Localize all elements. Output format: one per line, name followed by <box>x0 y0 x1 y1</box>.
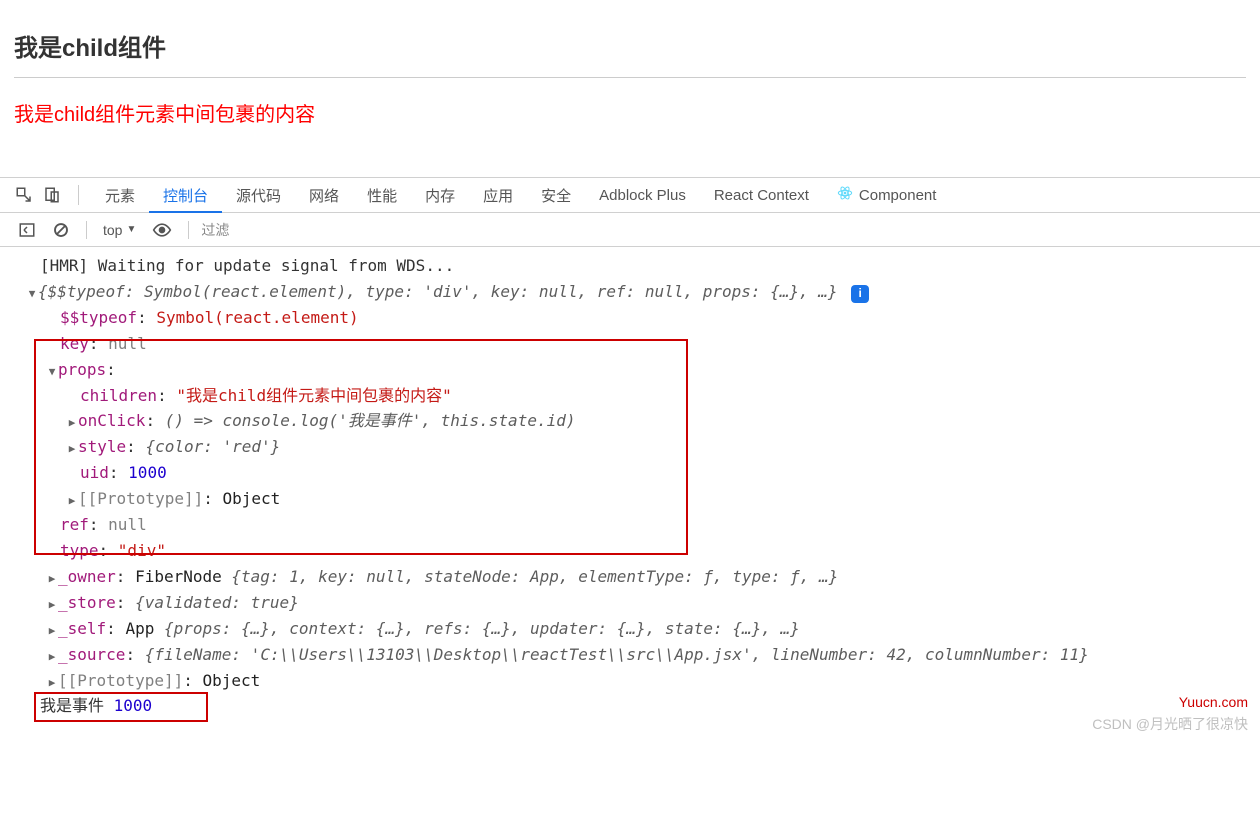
tab-react-context[interactable]: React Context <box>700 177 823 213</box>
csdn-credit: CSDN @月光晒了很凉快 <box>1092 713 1248 736</box>
info-badge-icon[interactable]: i <box>851 285 869 303</box>
tab-application[interactable]: 应用 <box>469 177 527 213</box>
log-props[interactable]: props: <box>0 357 1260 383</box>
console-sidebar-toggle-icon[interactable] <box>10 221 44 239</box>
log-store[interactable]: _store: {validated: true} <box>0 590 1260 616</box>
tab-adblock[interactable]: Adblock Plus <box>585 177 700 213</box>
inspect-icon[interactable] <box>10 181 38 209</box>
tab-sources[interactable]: 源代码 <box>222 177 295 213</box>
context-selector[interactable]: top ▼ <box>95 222 144 238</box>
log-key[interactable]: key: null <box>0 331 1260 357</box>
expand-icon[interactable] <box>46 363 58 381</box>
clear-console-icon[interactable] <box>44 221 78 239</box>
tab-memory[interactable]: 内存 <box>411 177 469 213</box>
expand-icon[interactable] <box>66 440 78 458</box>
log-uid[interactable]: uid: 1000 <box>0 460 1260 486</box>
page-content: 我是child组件 我是child组件元素中间包裹的内容 <box>0 0 1260 127</box>
log-event: 我是事件 1000 <box>0 693 1260 719</box>
console-toolbar: top ▼ <box>0 213 1260 247</box>
tab-security[interactable]: 安全 <box>527 177 585 213</box>
tab-elements[interactable]: 元素 <box>91 177 149 213</box>
divider <box>14 77 1246 78</box>
log-owner[interactable]: _owner: FiberNode {tag: 1, key: null, st… <box>0 564 1260 590</box>
devtools-tabs: 元素 控制台 源代码 网络 性能 内存 应用 安全 Adblock Plus R… <box>0 177 1260 213</box>
tab-network[interactable]: 网络 <box>295 177 353 213</box>
expand-icon[interactable] <box>46 570 58 588</box>
tab-components[interactable]: Component <box>823 177 951 213</box>
log-self[interactable]: _self: App {props: {…}, context: {…}, re… <box>0 616 1260 642</box>
log-children[interactable]: children: "我是child组件元素中间包裹的内容" <box>0 383 1260 409</box>
expand-icon[interactable] <box>66 492 78 510</box>
chevron-down-icon: ▼ <box>126 224 136 235</box>
tab-components-label: Component <box>859 187 937 204</box>
tab-performance[interactable]: 性能 <box>353 177 411 213</box>
console-body: [HMR] Waiting for update signal from WDS… <box>0 247 1260 739</box>
react-icon <box>837 185 853 205</box>
log-style[interactable]: style: {color: 'red'} <box>0 434 1260 460</box>
context-selector-label: top <box>103 222 122 238</box>
expand-icon[interactable] <box>46 648 58 666</box>
log-source[interactable]: _source: {fileName: 'C:\\Users\\13103\\D… <box>0 642 1260 668</box>
log-onclick[interactable]: onClick: () => console.log('我是事件', this.… <box>0 408 1260 434</box>
page-title: 我是child组件 <box>14 28 1246 63</box>
log-object-summary[interactable]: {$$typeof: Symbol(react.element), type: … <box>0 279 1260 305</box>
separator <box>86 221 87 239</box>
separator <box>78 185 79 205</box>
child-slot-content: 我是child组件元素中间包裹的内容 <box>14 98 1246 127</box>
log-prototype-outer[interactable]: [[Prototype]]: Object <box>0 668 1260 694</box>
separator <box>188 221 189 239</box>
eye-icon[interactable] <box>144 220 180 240</box>
tab-console[interactable]: 控制台 <box>149 177 222 213</box>
expand-icon[interactable] <box>46 596 58 614</box>
log-hmr: [HMR] Waiting for update signal from WDS… <box>0 253 1260 279</box>
log-prototype[interactable]: [[Prototype]]: Object <box>0 486 1260 512</box>
expand-icon[interactable] <box>46 674 58 692</box>
expand-icon[interactable] <box>66 414 78 432</box>
watermark: Yuucn.com <box>1179 691 1248 714</box>
filter-input[interactable] <box>197 220 1250 240</box>
expand-icon[interactable] <box>26 285 38 303</box>
log-typeof[interactable]: $$typeof: Symbol(react.element) <box>0 305 1260 331</box>
log-ref[interactable]: ref: null <box>0 512 1260 538</box>
device-toolbar-icon[interactable] <box>38 181 66 209</box>
expand-icon[interactable] <box>46 622 58 640</box>
log-type[interactable]: type: "div" <box>0 538 1260 564</box>
